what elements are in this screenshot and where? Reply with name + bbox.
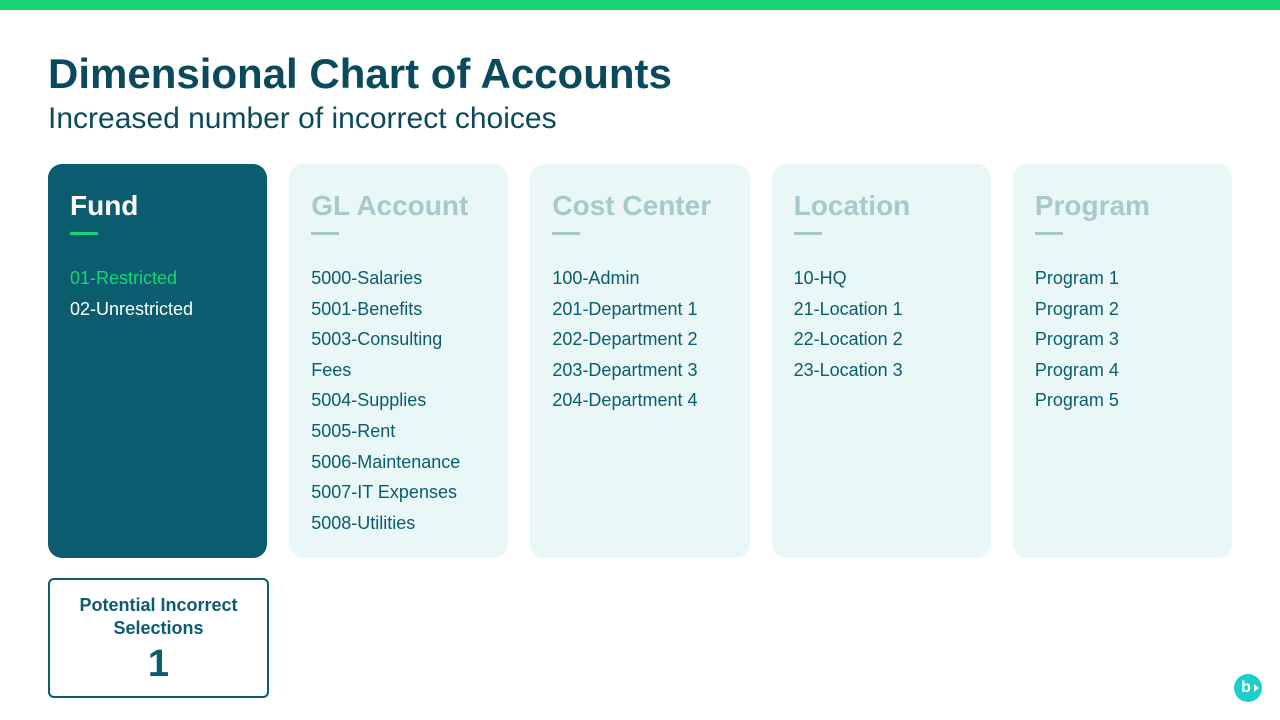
list-item: 5006-Maintenance <box>311 447 486 478</box>
list-item: 5005-Rent <box>311 416 486 447</box>
title-underline <box>552 232 580 235</box>
badge-value: 1 <box>58 643 259 686</box>
page-title: Dimensional Chart of Accounts <box>48 50 1232 98</box>
list-item: 202-Department 2 <box>552 324 727 355</box>
panel-title-cost-center: Cost Center <box>552 190 727 222</box>
badge-label: Potential Incorrect Selections <box>58 594 259 639</box>
list-item: 203-Department 3 <box>552 355 727 386</box>
list-item: 201-Department 1 <box>552 294 727 325</box>
list-item: 02-Unrestricted <box>70 294 245 325</box>
list-item: 5007-IT Expenses <box>311 477 486 508</box>
page-subtitle: Increased number of incorrect choices <box>48 102 1232 136</box>
slide-content: Dimensional Chart of Accounts Increased … <box>0 10 1280 698</box>
list-item: 204-Department 4 <box>552 385 727 416</box>
title-underline <box>794 232 822 235</box>
list-item: Program 5 <box>1035 385 1210 416</box>
title-underline <box>70 232 98 235</box>
list-item: 5000-Salaries <box>311 263 486 294</box>
list-item: 21-Location 1 <box>794 294 969 325</box>
incorrect-selections-badge: Potential Incorrect Selections 1 <box>48 578 269 698</box>
panel-gl-account: GL Account 5000-Salaries 5001-Benefits 5… <box>289 164 508 558</box>
list-item: Program 2 <box>1035 294 1210 325</box>
list-item: 5004-Supplies <box>311 385 486 416</box>
list-item: 100-Admin <box>552 263 727 294</box>
panel-location: Location 10-HQ 21-Location 1 22-Location… <box>772 164 991 558</box>
list-item: 5003-Consulting Fees <box>311 324 486 385</box>
panel-title-gl-account: GL Account <box>311 190 486 222</box>
list-item: 23-Location 3 <box>794 355 969 386</box>
brand-logo-icon: b <box>1234 674 1262 702</box>
dimension-panels: Fund 01-Restricted 02-Unrestricted GL Ac… <box>48 164 1232 558</box>
panel-program: Program Program 1 Program 2 Program 3 Pr… <box>1013 164 1232 558</box>
title-underline <box>311 232 339 235</box>
list-item: Program 3 <box>1035 324 1210 355</box>
list-item: 01-Restricted <box>70 263 245 294</box>
panel-title-program: Program <box>1035 190 1210 222</box>
list-item: 10-HQ <box>794 263 969 294</box>
list-item: Program 1 <box>1035 263 1210 294</box>
title-underline <box>1035 232 1063 235</box>
logo-glyph: b <box>1241 679 1251 697</box>
list-item: Program 4 <box>1035 355 1210 386</box>
list-item: 5008-Utilities <box>311 508 486 539</box>
top-accent-bar <box>0 0 1280 10</box>
panel-cost-center: Cost Center 100-Admin 201-Department 1 2… <box>530 164 749 558</box>
list-item: 22-Location 2 <box>794 324 969 355</box>
panel-title-fund: Fund <box>70 190 245 222</box>
panel-fund: Fund 01-Restricted 02-Unrestricted <box>48 164 267 558</box>
list-item: 5001-Benefits <box>311 294 486 325</box>
panel-title-location: Location <box>794 190 969 222</box>
